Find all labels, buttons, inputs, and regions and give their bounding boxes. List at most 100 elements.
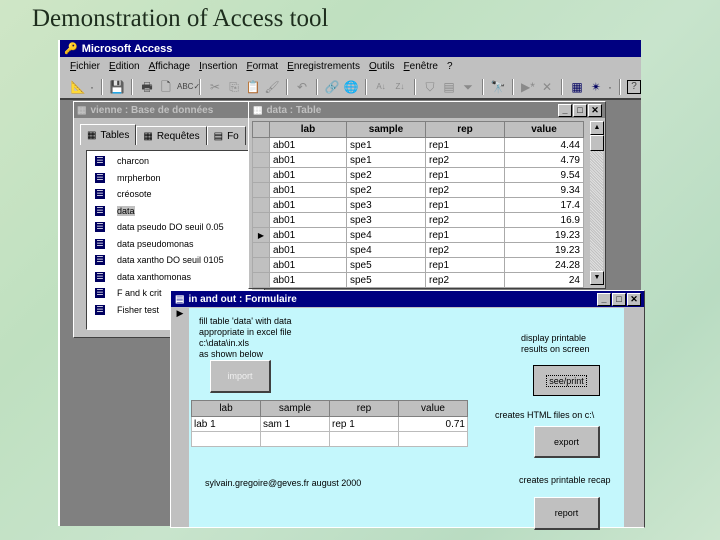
spelling-icon[interactable]: ABC✓: [177, 79, 200, 95]
datasheet-cell[interactable]: rep2: [425, 182, 505, 198]
help-icon[interactable]: ?: [627, 80, 641, 94]
datasheet-cell[interactable]: ab01: [269, 152, 347, 168]
apply-filter-icon[interactable]: ⏷: [460, 79, 476, 95]
column-header-sample[interactable]: sample: [346, 121, 426, 138]
copy-icon[interactable]: ⎘: [226, 79, 242, 95]
table-list-item[interactable]: ☰ data xantho DO seuil 0105: [87, 252, 251, 269]
cut-icon[interactable]: ✂: [207, 79, 223, 95]
table-list-item[interactable]: ☰ mrpherbon: [87, 170, 251, 187]
column-header-rep[interactable]: rep: [425, 121, 505, 138]
print-icon[interactable]: 🖶: [139, 79, 155, 95]
datasheet-cell[interactable]: rep2: [425, 212, 505, 228]
row-selector[interactable]: [252, 167, 270, 183]
select-all-corner[interactable]: [252, 121, 270, 138]
datasheet-cell[interactable]: 17.4: [504, 197, 584, 213]
row-selector[interactable]: [252, 197, 270, 213]
scroll-down-button[interactable]: ▼: [590, 271, 604, 285]
column-header-value[interactable]: value: [504, 121, 584, 138]
datasheet-cell[interactable]: spe2: [346, 182, 426, 198]
datasheet-row[interactable]: ab01 spe2 rep1 9.54: [252, 167, 584, 183]
datasheet-cell[interactable]: rep2: [425, 242, 505, 258]
datasheet-cell[interactable]: ab01: [269, 257, 347, 273]
datasheet-cell[interactable]: 9.54: [504, 167, 584, 183]
menu-enregistrements[interactable]: Enregistrements: [287, 61, 360, 72]
datasheet-cell[interactable]: rep1: [425, 257, 505, 273]
column-header-lab[interactable]: lab: [269, 121, 347, 138]
datasheet-cell[interactable]: 16.9: [504, 212, 584, 228]
datasheet-cell[interactable]: spe1: [346, 137, 426, 153]
datasheet-row[interactable]: ab01 spe3 rep1 17.4: [252, 197, 584, 213]
undo-icon[interactable]: ↶: [294, 79, 310, 95]
menu-fichier[interactable]: Fichier: [70, 61, 100, 72]
row-selector[interactable]: [252, 182, 270, 198]
filter-by-form-icon[interactable]: ▤: [441, 79, 457, 95]
row-selector[interactable]: [252, 152, 270, 168]
datasheet-cell[interactable]: spe4: [346, 242, 426, 258]
datasheet-cell[interactable]: ab01: [269, 272, 347, 288]
dropdown-arrow-icon[interactable]: ·: [89, 79, 95, 95]
datasheet-cell[interactable]: 19.23: [504, 242, 584, 258]
scroll-thumb[interactable]: [590, 135, 604, 151]
close-button[interactable]: ✕: [588, 104, 602, 117]
minimize-button[interactable]: _: [558, 104, 572, 117]
new-record-icon[interactable]: ▶*: [520, 79, 536, 95]
datasheet-cell[interactable]: spe5: [346, 272, 426, 288]
maximize-button[interactable]: □: [573, 104, 587, 117]
table-list-item[interactable]: ☰ charcon: [87, 153, 251, 170]
export-button[interactable]: export: [534, 426, 600, 458]
find-icon[interactable]: 🔭: [490, 79, 506, 95]
table-list-item[interactable]: ☰ data: [87, 203, 251, 220]
datasheet-cell[interactable]: rep1: [425, 227, 505, 243]
report-button[interactable]: report: [534, 497, 600, 530]
format-painter-icon[interactable]: 🖌: [264, 79, 280, 95]
table-list-item[interactable]: ☰ data pseudo DO seuil 0.05: [87, 219, 251, 236]
datasheet-cell[interactable]: rep1: [425, 197, 505, 213]
datasheet-cell[interactable]: 24.28: [504, 257, 584, 273]
database-window-icon[interactable]: ▦: [569, 79, 585, 95]
datasheet-row[interactable]: ab01 spe3 rep2 16.9: [252, 212, 584, 228]
datasheet-cell[interactable]: ab01: [269, 212, 347, 228]
save-icon[interactable]: 💾: [109, 79, 125, 95]
database-window-titlebar[interactable]: ▦ vienne : Base de données: [74, 102, 264, 118]
print-preview-icon[interactable]: 🗋: [158, 79, 174, 95]
new-object-icon[interactable]: ✴: [588, 79, 604, 95]
new-object-dropdown-icon[interactable]: ·: [607, 79, 613, 95]
datasheet-cell[interactable]: spe4: [346, 227, 426, 243]
current-record-icon[interactable]: ▶: [252, 227, 270, 243]
datasheet-cell[interactable]: spe1: [346, 152, 426, 168]
tab-formulaires[interactable]: ▤ Fo: [206, 126, 246, 145]
row-selector[interactable]: [252, 242, 270, 258]
menu-format[interactable]: Format: [246, 61, 278, 72]
datasheet-row[interactable]: ab01 spe1 rep2 4.79: [252, 152, 584, 168]
datasheet-cell[interactable]: 24: [504, 272, 584, 288]
tab-tables[interactable]: ▦ Tables: [80, 124, 137, 145]
datasheet-cell[interactable]: spe5: [346, 257, 426, 273]
menu-insertion[interactable]: Insertion: [199, 61, 237, 72]
datasheet-cell[interactable]: ab01: [269, 137, 347, 153]
datasheet-cell[interactable]: 9.34: [504, 182, 584, 198]
datasheet-cell[interactable]: 19.23: [504, 227, 584, 243]
datasheet-cell[interactable]: rep2: [425, 152, 505, 168]
paste-icon[interactable]: 📋: [245, 79, 261, 95]
sort-ascending-icon[interactable]: A↓: [373, 79, 389, 95]
table-list-item[interactable]: ☰ data pseudomonas: [87, 236, 251, 253]
menu-affichage[interactable]: Affichage: [149, 61, 191, 72]
datasheet-row[interactable]: ab01 spe4 rep2 19.23: [252, 242, 584, 258]
see-print-button[interactable]: see/print: [533, 365, 600, 396]
datasheet-cell[interactable]: rep1: [425, 137, 505, 153]
vertical-scrollbar[interactable]: ▲ ▼: [590, 121, 604, 285]
form-titlebar[interactable]: ▤ in and out : Formulaire _ □ ✕: [171, 291, 644, 307]
datasheet-cell[interactable]: 4.44: [504, 137, 584, 153]
menu-fenetre[interactable]: Fenêtre: [404, 61, 438, 72]
datasheet-cell[interactable]: ab01: [269, 167, 347, 183]
close-button[interactable]: ✕: [627, 293, 641, 306]
web-toolbar-icon[interactable]: 🌐: [343, 79, 359, 95]
table-list-item[interactable]: ☰ créosote: [87, 186, 251, 203]
menu-outils[interactable]: Outils: [369, 61, 395, 72]
datasheet-cell[interactable]: ab01: [269, 242, 347, 258]
datasheet-cell[interactable]: spe3: [346, 212, 426, 228]
datasheet-cell[interactable]: 4.79: [504, 152, 584, 168]
filter-by-selection-icon[interactable]: ⛉: [422, 79, 438, 95]
datasheet-row[interactable]: ▶ ab01 spe4 rep1 19.23: [252, 227, 584, 243]
tab-requetes[interactable]: ▦ Requêtes: [136, 126, 207, 145]
